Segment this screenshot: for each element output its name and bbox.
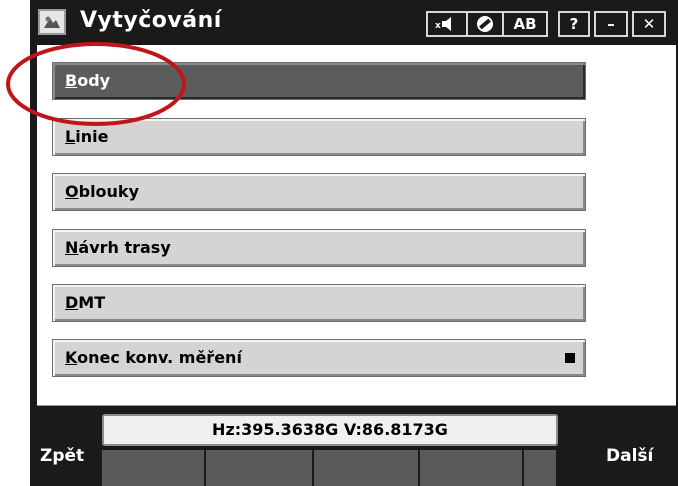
menu-label: MT bbox=[78, 293, 106, 312]
menu-label-accelerator: N bbox=[65, 238, 79, 257]
next-softkey[interactable]: Další bbox=[606, 446, 653, 466]
menu-label: ávrh trasy bbox=[78, 238, 171, 257]
window-title: Vytyčování bbox=[80, 8, 222, 33]
menu-label-accelerator: D bbox=[65, 293, 79, 312]
menu-label-accelerator: O bbox=[65, 182, 79, 201]
menu-button-linie[interactable]: Linie bbox=[52, 118, 586, 156]
menu-label: blouky bbox=[78, 182, 139, 201]
menu-label: onec konv. měření bbox=[77, 348, 242, 367]
svg-text:x: x bbox=[435, 21, 441, 31]
menu-label: inie bbox=[75, 127, 109, 146]
menu-label-accelerator: B bbox=[65, 71, 78, 90]
menu-button-body[interactable]: Body bbox=[52, 62, 586, 100]
menu-button-oblouky[interactable]: Oblouky bbox=[52, 173, 586, 211]
input-mode-ab-button[interactable]: AB bbox=[504, 13, 546, 35]
square-indicator-icon bbox=[565, 353, 575, 363]
bottom-bar: Zpět Hz:395.3638G V:86.8173G Další bbox=[30, 406, 678, 486]
menu-label-accelerator: L bbox=[65, 127, 76, 146]
function-key-1[interactable] bbox=[102, 450, 206, 486]
function-key-2[interactable] bbox=[206, 450, 314, 486]
minimize-button[interactable]: – bbox=[594, 11, 628, 37]
menu-button-konec-konv-mereni[interactable]: Konec konv. měření bbox=[52, 339, 586, 377]
sound-mute-icon[interactable]: x bbox=[428, 13, 468, 35]
no-entry-icon[interactable] bbox=[468, 13, 504, 35]
angle-status-readout: Hz:395.3638G V:86.8173G bbox=[102, 414, 558, 446]
menu-label-accelerator: K bbox=[65, 348, 78, 367]
back-softkey[interactable]: Zpět bbox=[40, 446, 84, 466]
app-icon[interactable] bbox=[38, 9, 66, 35]
title-bar: Vytyčování x AB ? – ✕ bbox=[30, 0, 678, 45]
close-button[interactable]: ✕ bbox=[632, 11, 666, 37]
function-key-3[interactable] bbox=[314, 450, 420, 486]
menu-button-dmt[interactable]: DMT bbox=[52, 284, 586, 322]
menu-label: ody bbox=[77, 71, 111, 90]
function-key-5[interactable] bbox=[524, 450, 558, 486]
content-panel: Body Linie Oblouky Návrh trasy DMT Konec… bbox=[37, 45, 676, 407]
help-button[interactable]: ? bbox=[558, 11, 590, 37]
menu-button-navrh-trasy[interactable]: Návrh trasy bbox=[52, 229, 586, 267]
toolbar-status-group: x AB bbox=[426, 11, 548, 37]
function-key-4[interactable] bbox=[420, 450, 524, 486]
